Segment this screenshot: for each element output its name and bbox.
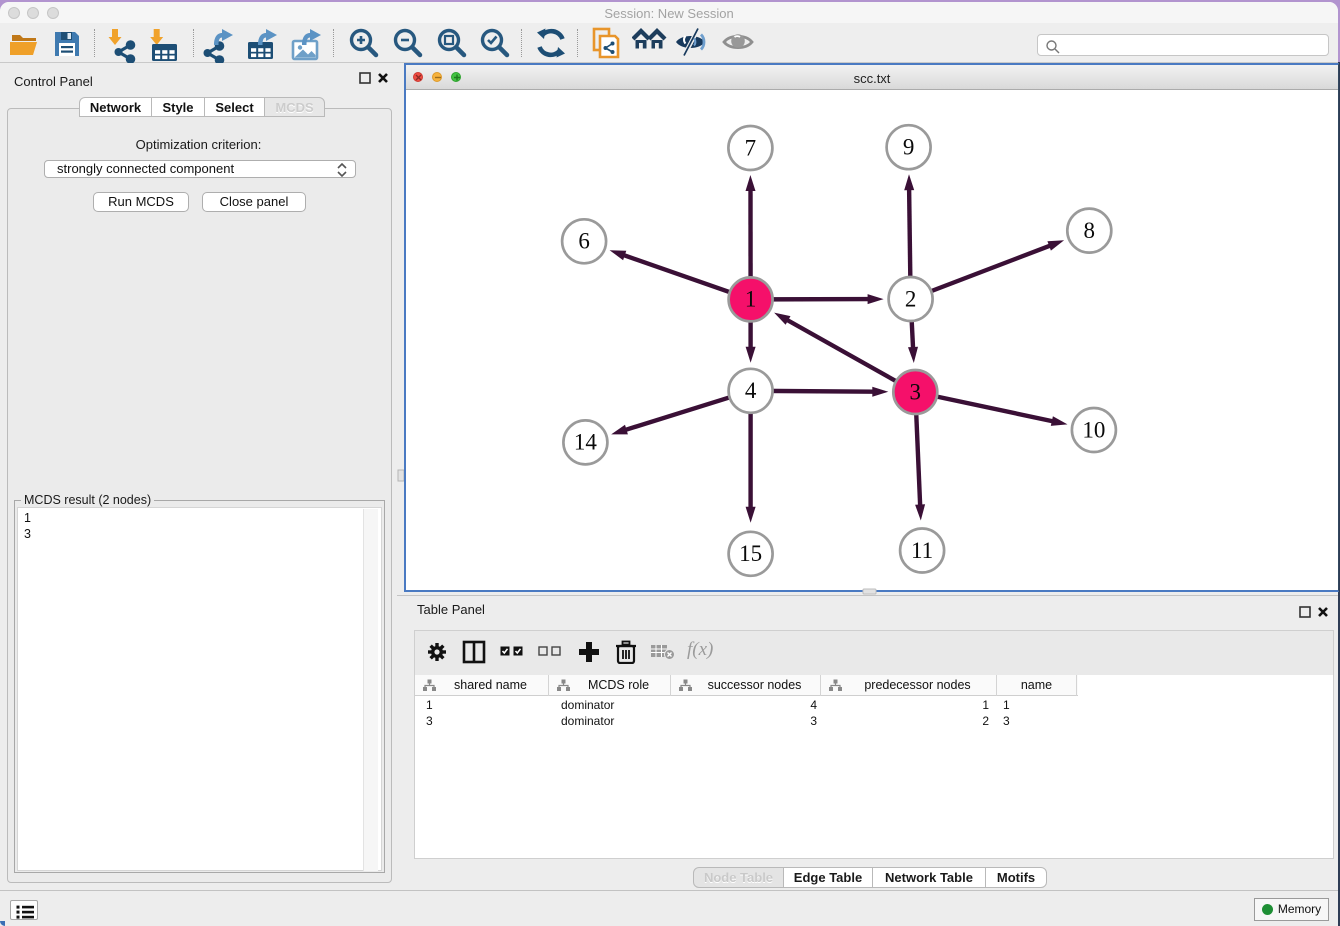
svg-text:11: 11 (911, 538, 933, 563)
svg-text:10: 10 (1082, 417, 1105, 442)
svg-text:2: 2 (905, 286, 917, 311)
svg-text:15: 15 (739, 541, 762, 566)
svg-text:14: 14 (574, 430, 598, 455)
svg-text:9: 9 (903, 135, 915, 160)
svg-text:4: 4 (745, 378, 757, 403)
svg-text:3: 3 (910, 379, 922, 404)
svg-text:8: 8 (1084, 218, 1096, 243)
svg-text:7: 7 (745, 135, 757, 160)
svg-text:1: 1 (745, 287, 757, 312)
svg-text:6: 6 (578, 229, 590, 254)
